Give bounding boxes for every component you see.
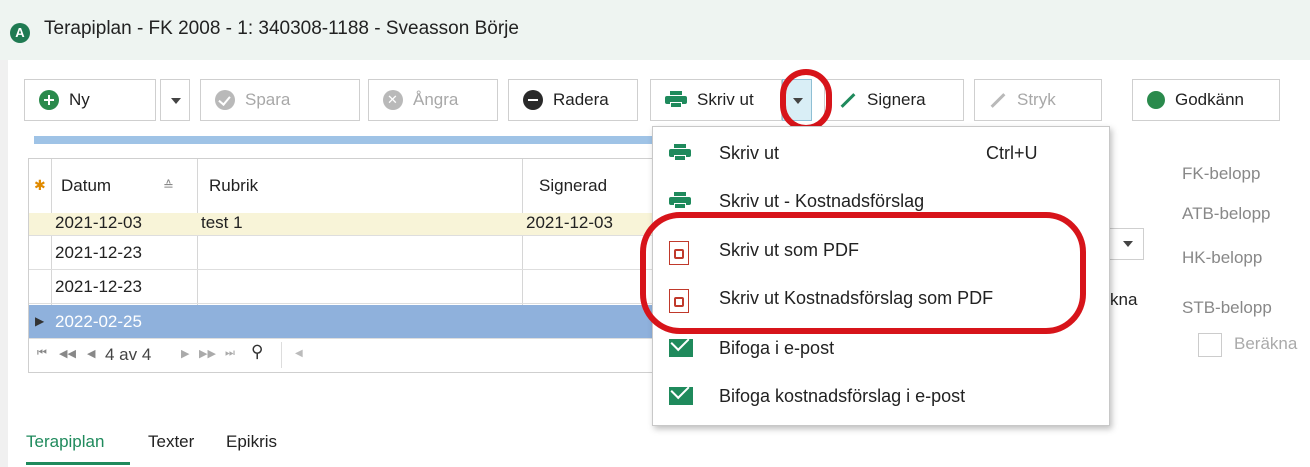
printer-icon [669,144,691,162]
column-header-rubrik[interactable]: Rubrik [209,176,258,196]
chevron-down-icon [171,98,181,104]
mail-icon [669,339,693,357]
cell-datum: 2022-02-25 [55,312,142,331]
strike-pencil-icon [990,92,1006,108]
undo-button-label: Ångra [413,90,459,109]
window-title: Terapiplan - FK 2008 - 1: 340308-1188 - … [44,18,519,39]
printer-icon [669,192,691,210]
printer-icon [665,91,687,109]
search-icon[interactable]: ⚲ [251,342,263,362]
berakna-label: Beräkna [1234,334,1298,353]
therapy-plan-grid: ✱ Datum ≙ Rubrik Signerad 2021-12-03 tes… [28,158,654,373]
sort-icon[interactable]: ≙ [163,178,174,194]
menu-item-label: Bifoga i e-post [719,338,835,358]
first-record-icon[interactable]: ⏮ [37,347,47,360]
next-page-icon[interactable]: ▶▶ [199,347,216,360]
menu-item-label: Skriv ut [719,143,780,163]
new-dropdown-button[interactable] [160,79,190,121]
asterisk-icon: ✱ [34,177,46,193]
undo-button[interactable]: Ångra [368,79,498,121]
minus-icon [523,90,543,110]
plus-icon [39,90,59,110]
atb-belopp-label: ATB-belopp [1182,204,1271,223]
print-button[interactable]: Skriv ut [650,79,782,121]
highlight-circle-arrow [780,69,832,131]
title-bar: A Terapiplan - FK 2008 - 1: 340308-1188 … [0,0,1310,60]
progress-strip [34,136,654,144]
save-button-label: Spara [245,90,291,109]
strike-button-label: Stryk [1017,90,1056,109]
cell-rubrik: test 1 [201,213,243,232]
menu-item-attach-cost-estimate-email[interactable]: Bifoga kostnadsförslag i e-post [653,374,1109,421]
mail-icon [669,387,693,405]
highlight-rect-pdf [640,212,1086,334]
check-icon [215,90,235,110]
approve-button[interactable]: Godkänn [1132,79,1280,121]
record-position: 4 av 4 [105,345,152,364]
fk-belopp-label: FK-belopp [1182,164,1261,183]
menu-item-label: Skriv ut - Kostnadsförslag [719,191,925,211]
tab-texter[interactable]: Texter [148,432,194,452]
menu-item-shortcut: Ctrl+U [986,143,1038,163]
sign-button[interactable]: Signera [824,79,964,121]
scroll-left-icon[interactable]: ◀ [295,348,303,359]
save-button[interactable]: Spara [200,79,360,121]
hk-belopp-label: HK-belopp [1182,248,1263,267]
column-header-datum[interactable]: Datum [61,176,111,196]
table-row-selected[interactable]: ▶ 2022-02-25 [29,305,652,339]
right-dropdown[interactable] [1108,228,1144,260]
berakna-checkbox[interactable] [1198,333,1222,357]
grid-header: ✱ Datum ≙ Rubrik Signerad [29,159,654,214]
delete-button-label: Radera [553,90,609,109]
prev-record-icon[interactable]: ◀ [87,347,95,360]
menu-item-print[interactable]: Skriv ut Ctrl+U [653,131,1109,178]
stb-belopp-label: STB-belopp [1182,298,1272,317]
table-row[interactable]: 2021-12-23 [29,270,652,304]
sign-button-label: Signera [867,90,926,109]
last-record-icon[interactable]: ⏭ [225,347,235,360]
new-button[interactable]: Ny [24,79,156,121]
cell-datum: 2021-12-23 [55,243,142,262]
app-icon: A [10,23,30,43]
delete-button[interactable]: Radera [508,79,638,121]
menu-item-label: Bifoga kostnadsförslag i e-post [719,386,966,406]
table-row[interactable]: 2021-12-23 [29,236,652,270]
tab-epikris[interactable]: Epikris [226,432,277,452]
tab-terapiplan[interactable]: Terapiplan [26,432,104,452]
cell-signerad: 2021-12-03 [526,213,613,232]
print-button-label: Skriv ut [697,90,754,109]
record-navigator: ⏮ ◀◀ ◀ 4 av 4 ▶ ▶▶ ⏭ ⚲ ◀ [29,339,652,373]
partial-label: kna [1110,290,1138,309]
strike-button[interactable]: Stryk [974,79,1102,121]
column-header-signerad[interactable]: Signerad [539,176,607,196]
pencil-icon [840,92,856,108]
next-record-icon[interactable]: ▶ [181,347,189,360]
prev-page-icon[interactable]: ◀◀ [59,347,76,360]
undo-icon [383,90,403,110]
toolbar: Ny Spara Ångra Radera Skriv ut Signera S… [24,79,1310,123]
approve-users-icon [1147,91,1165,109]
new-button-label: Ny [69,90,90,109]
table-row[interactable]: 2021-12-03 test 1 2021-12-03 [29,213,652,236]
cell-datum: 2021-12-03 [55,213,142,232]
cell-datum: 2021-12-23 [55,277,142,296]
row-pointer-icon: ▶ [35,314,45,328]
approve-button-label: Godkänn [1175,90,1244,109]
